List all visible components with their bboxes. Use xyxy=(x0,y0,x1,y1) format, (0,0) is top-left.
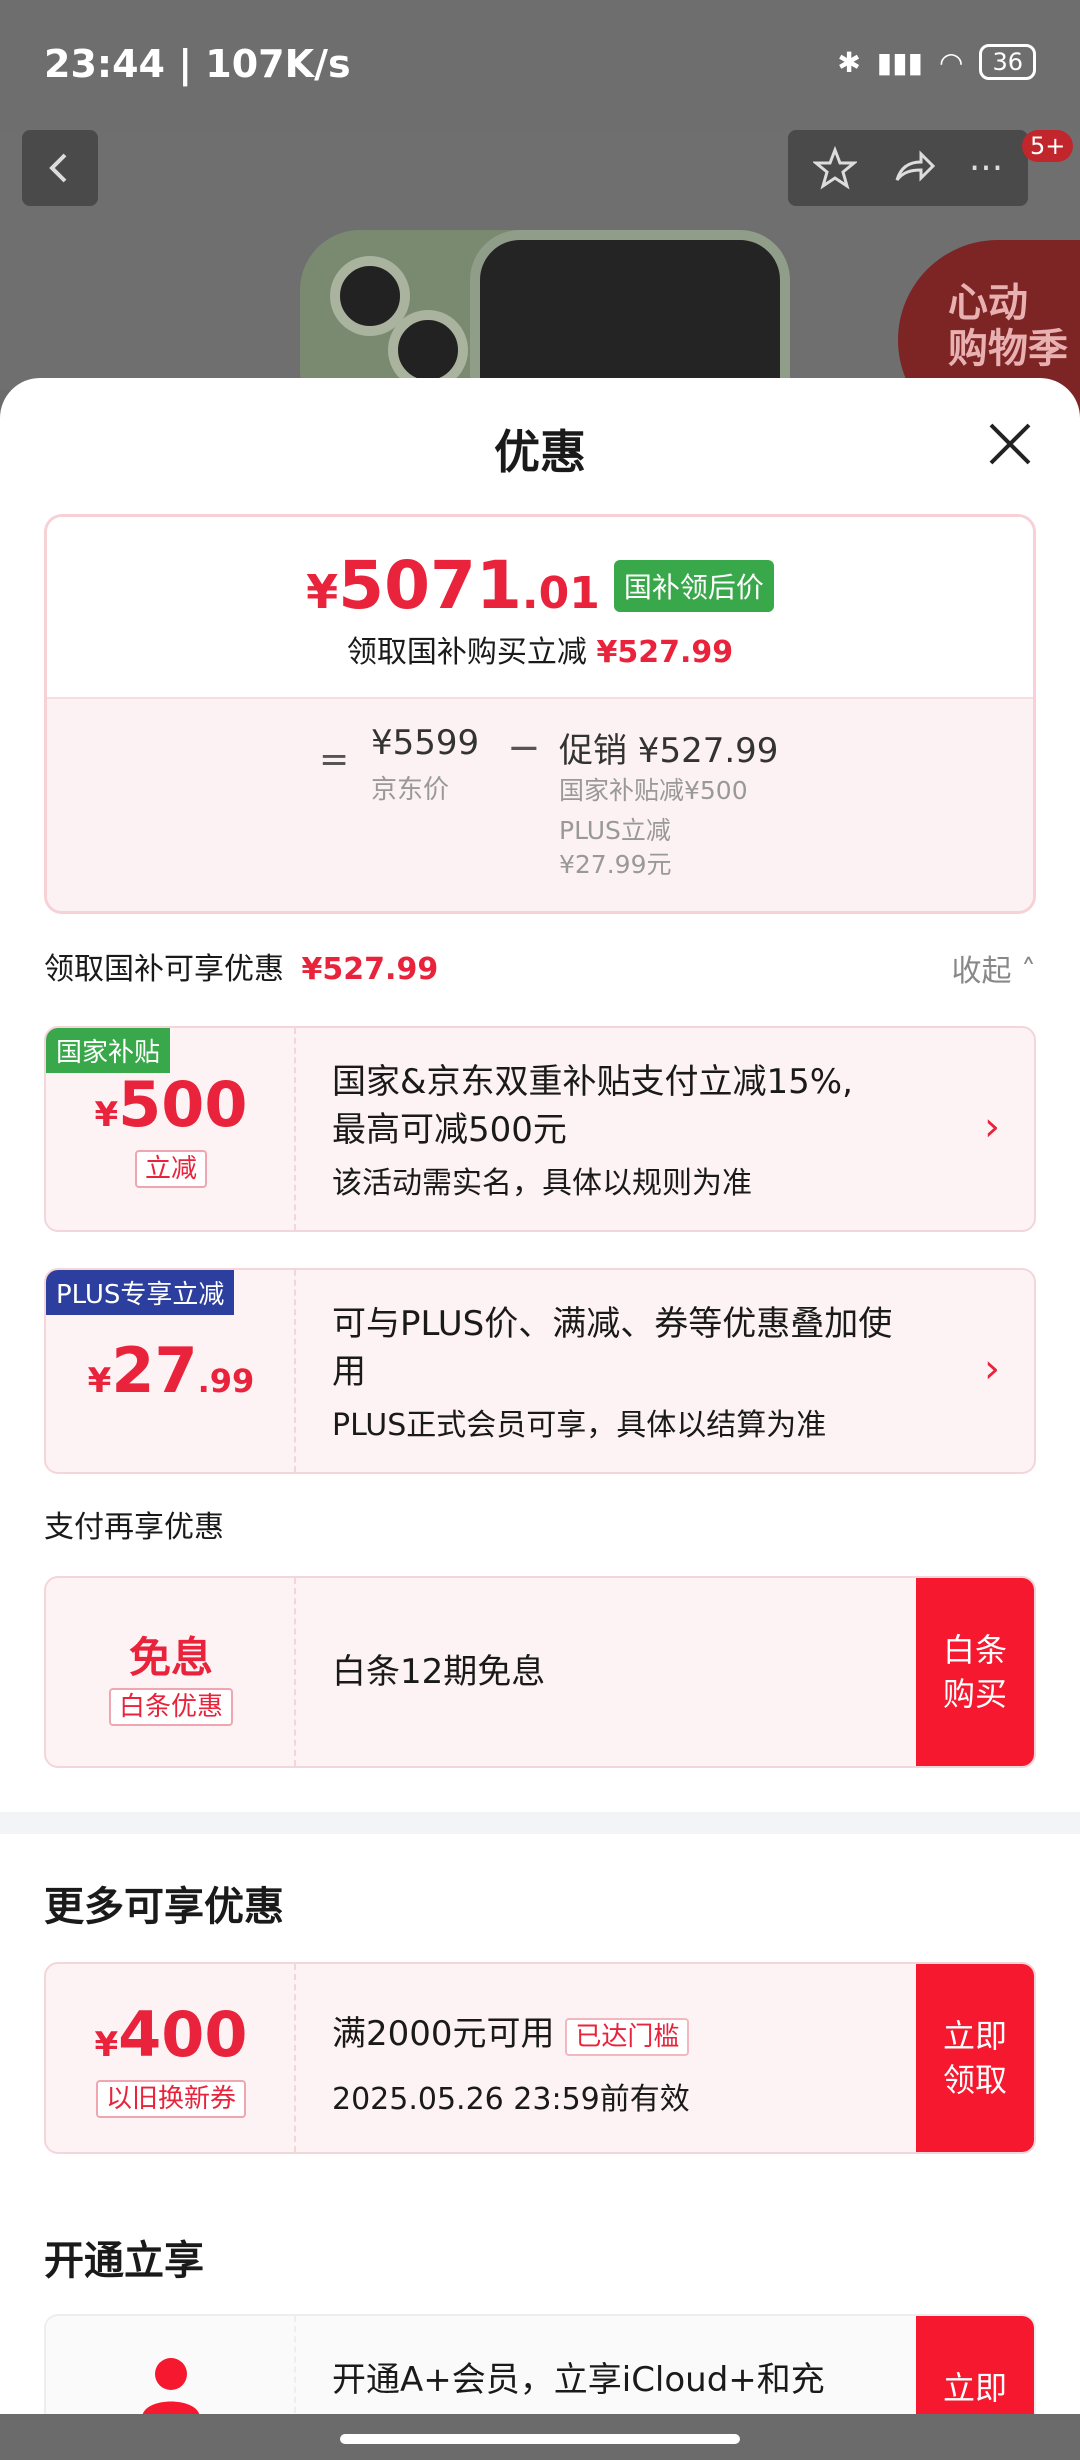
coupon-corner-tag: 国家补贴 xyxy=(46,1028,171,1073)
coupon-desc: 满2000元可用 已达门槛 xyxy=(332,2010,690,2061)
coupon-amount: ¥500 xyxy=(94,1068,248,1141)
section-heading: 支付再享优惠 xyxy=(44,1510,224,1545)
promo-detail: 国家补贴减¥500 xyxy=(559,776,748,805)
notification-badge: 5+ xyxy=(1022,130,1074,162)
claim-row: 领取国补可享优惠 ¥527.99 xyxy=(44,952,439,987)
star-icon[interactable] xyxy=(812,146,857,190)
share-icon[interactable] xyxy=(891,146,935,190)
coupon-plus[interactable]: PLUS专享立减 ¥27.99 可与PLUS价、满减、券等优惠叠加使 用 PLU… xyxy=(44,1268,1036,1474)
chevron-up-icon: ˄ xyxy=(1021,954,1036,989)
close-icon[interactable] xyxy=(988,422,1032,466)
promo-detail: ¥27.99元 xyxy=(559,850,672,879)
baitiao-buy-button[interactable]: 白条 购买 xyxy=(916,1578,1034,1766)
section-heading: 开通立享 xyxy=(44,2238,204,2284)
status-time: 23:44 | 107K/s xyxy=(44,42,351,86)
coupon-title: 免息 xyxy=(128,1633,213,1682)
coupon-sub-tag: 白条优惠 xyxy=(108,1688,233,1726)
threshold-tag: 已达门槛 xyxy=(565,2018,690,2056)
price-tag: 国补领后价 xyxy=(613,559,774,612)
bluetooth-icon: ✱ xyxy=(837,45,861,79)
battery-icon: 36 xyxy=(979,44,1036,80)
coupon-note: 该活动需实名，具体以规则为准 xyxy=(332,1166,752,1201)
coupon-desc: 国家&京东双重补贴支付立减15%, 最高可减500元 xyxy=(332,1062,853,1150)
divider xyxy=(0,1812,1080,1834)
coupon-amount: ¥400 xyxy=(94,1998,248,2071)
coupon-desc: 白条12期免息 xyxy=(332,1652,546,1692)
coupon-national-subsidy[interactable]: 国家补贴 ¥500 立减 国家&京东双重补贴支付立减15%, 最高可减500元 … xyxy=(44,1026,1036,1232)
chevron-right-icon[interactable]: › xyxy=(984,1346,1000,1392)
back-icon xyxy=(49,153,67,183)
coupon-baitiao[interactable]: 免息 白条优惠 白条12期免息 白条 购买 xyxy=(44,1576,1036,1768)
coupon-desc: 可与PLUS价、满减、券等优惠叠加使 用 xyxy=(332,1304,893,1392)
promo-amount: 促销 ¥527.99 xyxy=(559,731,779,771)
final-price: ¥ 5071 .01 国补领后价 xyxy=(47,547,1033,624)
signal-icon: ▮▮▮ xyxy=(876,45,924,79)
claim-now-button[interactable]: 立即 领取 xyxy=(916,1964,1034,2152)
coupon-trade-in[interactable]: ¥400 以旧换新券 满2000元可用 已达门槛 2025.05.26 23:5… xyxy=(44,1962,1036,2154)
action-group: ··· xyxy=(788,130,1028,206)
jd-price: ¥5599 xyxy=(371,723,480,763)
wifi-icon: ◠ xyxy=(939,45,964,79)
coupon-sub-tag: 立减 xyxy=(134,1150,207,1188)
membership-desc: 开通A+会员，立享iCloud+和充 xyxy=(332,2360,825,2400)
promo-detail: PLUS立减 xyxy=(559,816,671,845)
coupon-note: PLUS正式会员可享，具体以结算为准 xyxy=(332,1408,827,1443)
collapse-button[interactable]: 收起 ˄ xyxy=(951,946,1036,990)
coupon-corner-tag: PLUS专享立减 xyxy=(46,1270,235,1315)
equals-sign: = xyxy=(319,739,350,780)
discount-sheet: 优惠 ¥ 5071 .01 国补领后价 领取国补购买立减 ¥527.99 = ¥… xyxy=(0,378,1080,2460)
price-summary: ¥ 5071 .01 国补领后价 领取国补购买立减 ¥527.99 = ¥559… xyxy=(44,514,1036,914)
minus-sign: − xyxy=(507,725,541,771)
sheet-title: 优惠 xyxy=(494,425,586,479)
coupon-validity: 2025.05.26 23:59前有效 xyxy=(332,2082,690,2117)
coupon-sub-tag: 以旧换新券 xyxy=(95,2080,246,2118)
more-icon[interactable]: ··· xyxy=(969,148,1003,189)
status-icons: ✱ ▮▮▮ ◠ 36 xyxy=(837,44,1036,80)
jd-price-label: 京东价 xyxy=(371,775,450,805)
chevron-right-icon[interactable]: › xyxy=(984,1104,1000,1150)
home-indicator[interactable] xyxy=(340,2434,740,2444)
price-subline: 领取国补购买立减 ¥527.99 xyxy=(346,635,734,670)
user-icon xyxy=(142,2358,200,2418)
back-button[interactable] xyxy=(22,130,98,206)
section-heading: 更多可享优惠 xyxy=(44,1884,284,1930)
coupon-amount: ¥27.99 xyxy=(87,1334,255,1407)
price-breakdown: = ¥5599 京东价 − 促销 ¥527.99 国家补贴减¥500 PLUS立… xyxy=(47,697,1033,911)
